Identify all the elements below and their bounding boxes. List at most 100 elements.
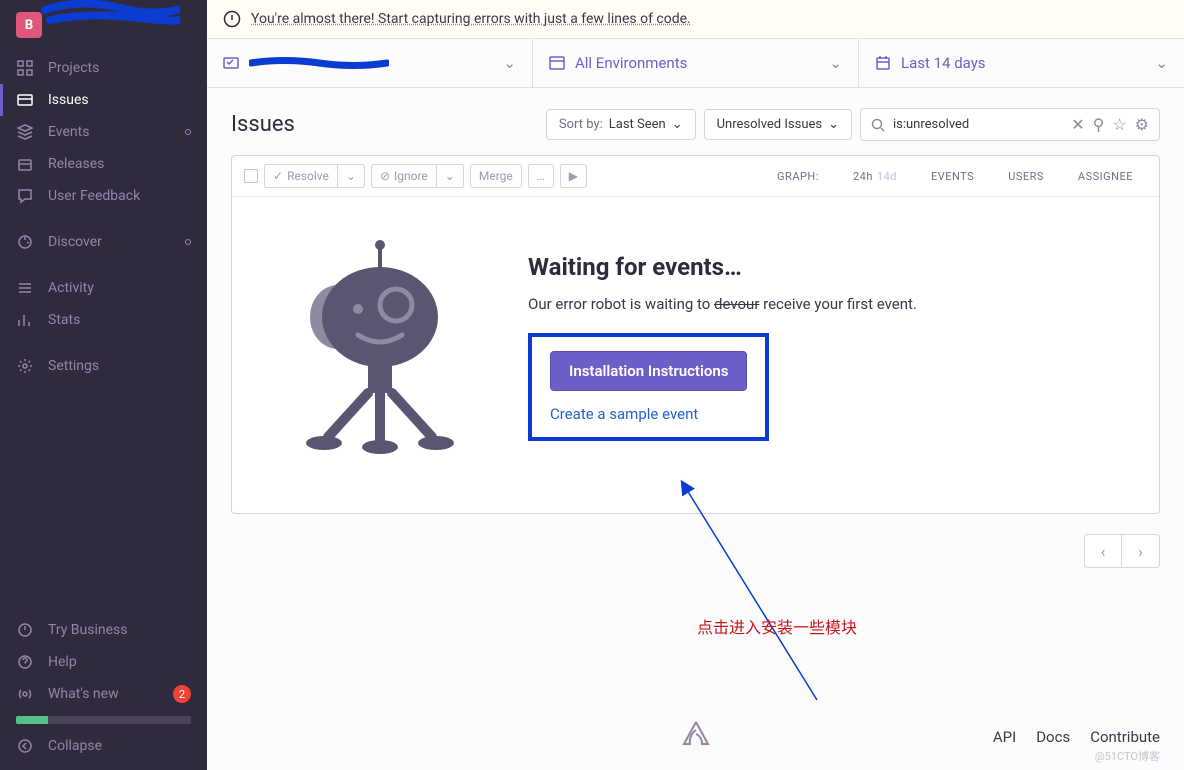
content-header: Issues Sort by: Last Seen ⌄ Unresolved I… xyxy=(231,108,1160,141)
graph-range[interactable]: 24h14d xyxy=(839,170,911,183)
sidebar-item-label: Activity xyxy=(48,280,94,296)
sidebar-item-label: Discover xyxy=(48,234,102,250)
whats-new[interactable]: What's new 2 xyxy=(0,678,207,710)
sidebar-footer: Try Business Help What's new 2 Collapse xyxy=(0,614,207,770)
merge-button[interactable]: Merge xyxy=(470,164,522,188)
close-icon[interactable]: ✕ xyxy=(1071,115,1084,134)
robot-illustration xyxy=(280,237,480,457)
try-business[interactable]: Try Business xyxy=(0,614,207,646)
filter-label: Last 14 days xyxy=(901,54,986,72)
contribute-link[interactable]: Contribute xyxy=(1090,728,1160,746)
sidebar-item-issues[interactable]: Issues xyxy=(0,84,207,116)
annotation-text: 点击进入安装一些模块 xyxy=(697,614,857,638)
redaction-scribble xyxy=(249,56,389,70)
empty-title: Waiting for events… xyxy=(528,253,917,281)
sort-value: Last Seen xyxy=(609,117,666,132)
onboarding-banner[interactable]: You're almost there! Start capturing err… xyxy=(207,0,1184,39)
prev-page-button[interactable]: ‹ xyxy=(1084,534,1122,568)
sidebar-item-label: Projects xyxy=(48,60,99,76)
help-icon xyxy=(16,653,34,671)
broadcast-icon xyxy=(16,685,34,703)
footer-item-label: Collapse xyxy=(48,738,102,754)
pagination: ‹ › xyxy=(207,522,1184,580)
filter-value: Unresolved Issues xyxy=(717,117,822,132)
chevron-down-icon: ⌄ xyxy=(672,117,683,132)
issues-icon xyxy=(16,91,34,109)
collapse-icon xyxy=(16,737,34,755)
chat-icon xyxy=(16,187,34,205)
resolve-button[interactable]: ✓ Resolve xyxy=(264,164,338,188)
sidebar-header: B xyxy=(0,0,207,46)
alert-icon xyxy=(223,10,241,28)
docs-link[interactable]: Docs xyxy=(1036,728,1070,746)
footer-item-label: Try Business xyxy=(48,622,127,638)
search-box[interactable]: ✕ ⚲ ☆ ⚙ xyxy=(860,108,1160,141)
sidebar-item-activity[interactable]: Activity xyxy=(0,272,207,304)
list-icon xyxy=(16,279,34,297)
sidebar-item-label: Events xyxy=(48,124,89,140)
grid-icon xyxy=(16,59,34,77)
sidebar-nav: Projects Issues Events Releases User Fee… xyxy=(0,46,207,614)
banner-text: You're almost there! Start capturing err… xyxy=(251,11,691,27)
sidebar: B Projects Issues Events Releases User F… xyxy=(0,0,207,770)
create-sample-event-link[interactable]: Create a sample event xyxy=(550,405,747,423)
status-filter-select[interactable]: Unresolved Issues ⌄ xyxy=(704,109,852,140)
content: Issues Sort by: Last Seen ⌄ Unresolved I… xyxy=(207,88,1184,522)
date-filter[interactable]: Last 14 days ⌄ xyxy=(859,39,1184,87)
watermark: @51CTO博客 xyxy=(1095,748,1160,764)
sidebar-item-events[interactable]: Events xyxy=(0,116,207,148)
more-button[interactable]: … xyxy=(528,164,554,188)
empty-state: Waiting for events… Our error robot is w… xyxy=(232,197,1159,513)
sidebar-item-discover[interactable]: Discover xyxy=(0,226,207,258)
window-icon xyxy=(549,55,565,71)
sidebar-item-user-feedback[interactable]: User Feedback xyxy=(0,180,207,212)
discover-icon xyxy=(16,233,34,251)
sidebar-item-label: Settings xyxy=(48,358,99,374)
project-filter[interactable]: ⌄ xyxy=(207,39,533,87)
help[interactable]: Help xyxy=(0,646,207,678)
issues-panel: ✓ Resolve ⌄ ⊘ Ignore ⌄ Merge … ▶ GRAPH: … xyxy=(231,155,1160,514)
resolve-dropdown[interactable]: ⌄ xyxy=(338,164,365,188)
sidebar-item-label: Stats xyxy=(48,312,80,328)
api-link[interactable]: API xyxy=(993,728,1016,746)
calendar-icon xyxy=(875,55,891,71)
chevron-down-icon: ⌄ xyxy=(829,54,842,72)
page-title: Issues xyxy=(231,112,295,137)
header-controls: Sort by: Last Seen ⌄ Unresolved Issues ⌄… xyxy=(546,108,1160,141)
ignore-button[interactable]: ⊘ Ignore xyxy=(371,164,437,188)
collapse-sidebar[interactable]: Collapse xyxy=(0,730,207,762)
cta-highlight-box: Installation Instructions Create a sampl… xyxy=(528,333,769,441)
sidebar-item-settings[interactable]: Settings xyxy=(0,350,207,382)
footer-item-label: What's new xyxy=(48,686,119,702)
users-header: USERS xyxy=(994,170,1058,183)
environment-filter[interactable]: All Environments ⌄ xyxy=(533,39,859,87)
sidebar-item-stats[interactable]: Stats xyxy=(0,304,207,336)
settings-sliders-icon[interactable]: ⚙ xyxy=(1135,115,1149,134)
next-page-button[interactable]: › xyxy=(1122,534,1160,568)
assignee-header: ASSIGNEE xyxy=(1064,170,1147,183)
installation-instructions-button[interactable]: Installation Instructions xyxy=(550,351,747,391)
sidebar-item-projects[interactable]: Projects xyxy=(0,52,207,84)
power-icon xyxy=(16,621,34,639)
redaction-scribble xyxy=(40,0,180,28)
sidebar-item-label: User Feedback xyxy=(48,188,140,204)
footer-links: API Docs Contribute xyxy=(993,728,1160,746)
sidebar-item-label: Releases xyxy=(48,156,104,172)
bookmark-icon[interactable]: ☆ xyxy=(1112,115,1126,134)
main: You're almost there! Start capturing err… xyxy=(207,0,1184,770)
empty-description: Our error robot is waiting to devour rec… xyxy=(528,293,917,316)
layers-icon xyxy=(16,123,34,141)
select-all-checkbox[interactable] xyxy=(244,169,258,183)
global-filters: ⌄ All Environments ⌄ Last 14 days ⌄ xyxy=(207,39,1184,88)
realtime-button[interactable]: ▶ xyxy=(560,164,587,188)
search-actions: ✕ ⚲ ☆ ⚙ xyxy=(1071,115,1149,134)
footer-item-label: Help xyxy=(48,654,77,670)
pin-icon[interactable]: ⚲ xyxy=(1093,115,1105,134)
search-input[interactable] xyxy=(893,117,1063,132)
sidebar-item-releases[interactable]: Releases xyxy=(0,148,207,180)
org-avatar[interactable]: B xyxy=(16,12,42,38)
chevron-down-icon: ⌄ xyxy=(1155,54,1168,72)
sort-select[interactable]: Sort by: Last Seen ⌄ xyxy=(546,109,696,140)
ignore-dropdown[interactable]: ⌄ xyxy=(437,164,464,188)
events-header: EVENTS xyxy=(917,170,988,183)
